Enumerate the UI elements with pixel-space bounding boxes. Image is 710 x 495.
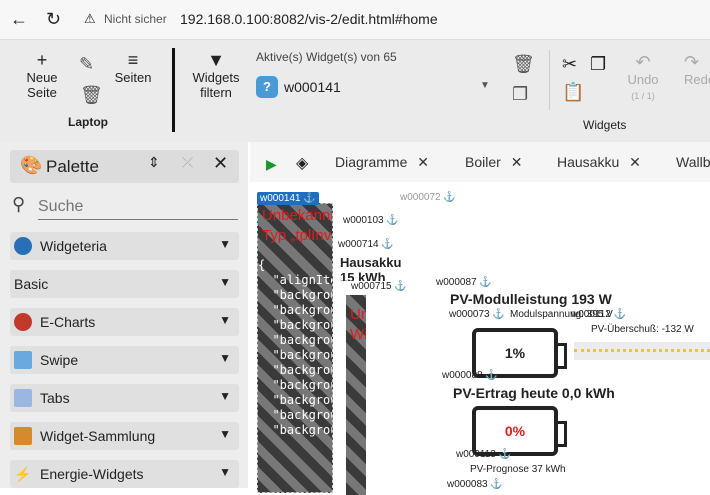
tab-hausakku[interactable]: Hausakku ✕: [557, 154, 641, 171]
widget-label[interactable]: w000113 ⚓: [456, 449, 511, 460]
undo-icon: ↶: [635, 52, 651, 72]
active-widgets-label: Aktive(s) Widget(s) von 65: [256, 50, 397, 64]
widget-label[interactable]: w000714 ⚓: [338, 239, 394, 250]
widget-label[interactable]: w000072 ⚓: [400, 192, 456, 203]
redo-button[interactable]: ↷Redo: [684, 52, 710, 87]
widget-label[interactable]: w000087 ⚓: [436, 277, 492, 288]
widget-json: { "alignItems" "background" "background"…: [258, 258, 332, 437]
layers-icon[interactable]: ◈: [296, 153, 308, 173]
echarts-icon: [14, 313, 32, 331]
widget-label[interactable]: w000073 ⚓: [449, 309, 505, 320]
widget-label[interactable]: w000083 ⚓: [447, 479, 503, 490]
redo-icon: ↷: [684, 52, 700, 72]
tab-boiler[interactable]: Boiler ✕: [465, 154, 522, 171]
swipe-icon: [14, 351, 32, 369]
chevron-down-icon: ▼: [219, 313, 231, 327]
widget-label[interactable]: w000112 ⚓: [571, 309, 626, 320]
chevron-down-icon: ▼: [219, 237, 231, 251]
palette-group-widgeteria[interactable]: Widgeteria ▼: [10, 232, 239, 260]
globe-icon: [14, 237, 32, 255]
divider: [549, 50, 550, 110]
security-label[interactable]: Nicht sicher: [104, 12, 167, 26]
hausakku-title: Hausakku 15 kWh: [340, 255, 402, 281]
palette-group-echarts[interactable]: E-Charts ▼: [10, 308, 239, 336]
collection-icon: [14, 427, 32, 445]
tab-wallbox[interactable]: Wallbox: [676, 154, 710, 170]
url-field[interactable]: 192.168.0.100:8082/vis-2/edit.html#home: [180, 11, 438, 27]
palette-icon: 🎨: [20, 155, 43, 175]
widget-label[interactable]: w000715 ⚓: [351, 281, 407, 292]
chevron-down-icon: ▼: [219, 275, 231, 289]
filter-icon: ▼: [207, 50, 225, 70]
tab-diagramme[interactable]: Diagramme ✕: [335, 154, 429, 171]
search-input[interactable]: [38, 194, 238, 220]
chevron-down-icon: ▼: [219, 427, 231, 441]
view-tabs: ▶ ◈ Diagramme ✕ Boiler ✕ Hausakku ✕ Wall…: [250, 142, 710, 182]
edit-icon[interactable]: ✎: [79, 54, 94, 74]
browser-bar: ← ↻ ⚠ Nicht sicher 192.168.0.100:8082/vi…: [0, 0, 710, 40]
search-icon: ⚲: [12, 194, 26, 214]
widgets-group-label: Widgets: [583, 118, 627, 132]
editor-toolbar: + Neue Seite ✎ 🗑 ≡ Seiten Laptop ▼ Widgets …: [0, 40, 710, 142]
widget-label[interactable]: w000088 ⚓: [442, 370, 498, 381]
new-page-button[interactable]: + Neue Seite: [22, 50, 62, 100]
pv-power-title: PV-Modulleistung 193 W: [450, 291, 612, 307]
widget-select[interactable]: ? w000141 ▼: [256, 74, 496, 100]
unknown-widget-icon: ?: [256, 76, 278, 98]
sort-icon[interactable]: ⇕: [148, 154, 160, 171]
pv-forecast: PV-Prognose 37 kWh: [470, 464, 566, 475]
copy-icon[interactable]: ❐: [590, 54, 606, 74]
pv-yield-title: PV-Ertrag heute 0,0 kWh: [453, 385, 615, 401]
pv-surplus: PV-Überschuß: -132 W: [591, 324, 694, 335]
menu-icon: ≡: [127, 50, 139, 70]
divider: [172, 48, 175, 132]
widget-label[interactable]: w000103 ⚓: [343, 215, 399, 226]
tabs-icon: [14, 389, 32, 407]
palette-group-swipe[interactable]: Swipe ▼: [10, 346, 239, 374]
palette-group-widget-sammlung[interactable]: Widget-Sammlung ▼: [10, 422, 239, 450]
warning-icon[interactable]: ⚠: [84, 11, 96, 27]
play-icon[interactable]: ▶: [266, 156, 277, 173]
pages-button[interactable]: ≡ Seiten: [110, 50, 156, 85]
chevron-down-icon: ▼: [219, 351, 231, 365]
dropdown-icon: ▼: [480, 80, 490, 91]
plus-icon: +: [36, 50, 48, 70]
collapse-icon[interactable]: ⤫: [182, 154, 193, 171]
palette-header: 🎨 Palette ⇕ ⤫ ✕: [10, 150, 239, 183]
palette-group-tabs[interactable]: Tabs ▼: [10, 384, 239, 412]
close-icon[interactable]: ✕: [417, 154, 429, 170]
reload-icon[interactable]: ↻: [46, 9, 61, 30]
power-flow-bar: [574, 342, 710, 360]
close-icon[interactable]: ✕: [213, 153, 228, 174]
edit-canvas: Unbekannter Widget-Typ „tplInventory“ { …: [250, 182, 710, 495]
view-group-label: Laptop: [68, 115, 108, 129]
back-icon[interactable]: ←: [10, 9, 28, 30]
palette-group-energie[interactable]: ⚡ Energie-Widgets ▼: [10, 460, 239, 488]
filter-widgets-button[interactable]: ▼ Widgets filtern: [190, 50, 242, 100]
copy-to-icon[interactable]: ❐: [512, 84, 528, 104]
close-icon[interactable]: ✕: [511, 154, 523, 170]
close-icon[interactable]: ✕: [629, 154, 641, 170]
undo-button[interactable]: ↶ Undo (1 / 1): [620, 52, 666, 104]
chevron-down-icon: ▼: [219, 389, 231, 403]
delete-widget-icon[interactable]: 🗑: [512, 54, 535, 74]
palette-group-basic[interactable]: Basic ▼: [10, 270, 239, 298]
widget-w000141[interactable]: Unbekannter Widget-Typ „tplInventory“ { …: [257, 203, 333, 493]
widget-w000715[interactable]: Unbekannter Widget-Typ „: [346, 295, 366, 495]
cut-icon[interactable]: ✂: [562, 54, 577, 74]
lightning-icon: ⚡: [14, 466, 32, 482]
selected-widget-label[interactable]: w000141 ⚓: [257, 192, 319, 205]
delete-page-icon[interactable]: 🗑: [80, 85, 103, 105]
paste-icon[interactable]: 📋: [562, 82, 584, 102]
palette-panel: 🎨 Palette ⇕ ⤫ ✕ ⚲ Widgeteria▼ Basic▼ E-C…: [0, 142, 248, 488]
chevron-down-icon: ▼: [219, 465, 231, 479]
